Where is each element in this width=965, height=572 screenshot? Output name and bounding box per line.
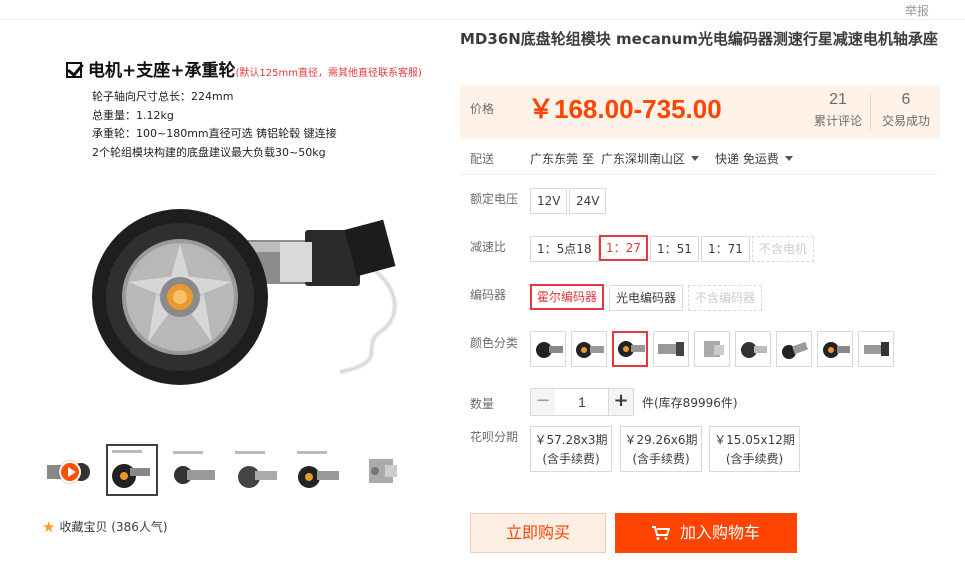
- option-ratio-51[interactable]: 1：51: [650, 236, 699, 262]
- wheel-motor-illustration: [92, 209, 398, 385]
- ship-from: 广东东莞: [530, 152, 579, 166]
- installment-label: 花呗分期: [470, 430, 519, 444]
- ship-to-word: 至: [582, 152, 595, 166]
- main-product-image[interactable]: 电机+支座+承重轮(默认125mm直径，需其他直径联系客服) 轮子轴向尺寸总长：…: [42, 32, 440, 430]
- spec-line: 2个轮组模块构建的底盘建议最大负载30~50kg: [92, 145, 326, 159]
- spec-lines: 轮子轴向尺寸总长：224mm 总重量：1.12kg 承重轮：100~180mm直…: [92, 88, 337, 162]
- spec-line: 轮子轴向尺寸总长：224mm: [92, 90, 234, 103]
- add-to-cart-button[interactable]: 加入购物车: [615, 513, 797, 553]
- price-value: ￥168.00-735.00: [528, 94, 722, 124]
- quantity-plus-button[interactable]: +: [608, 388, 634, 416]
- reviews-stat[interactable]: 21 累计评论: [806, 91, 870, 129]
- thumbnail-item[interactable]: [292, 444, 344, 496]
- color-swatch[interactable]: [653, 331, 689, 367]
- chevron-down-icon: [691, 156, 700, 161]
- quantity-input[interactable]: [555, 388, 609, 416]
- spec-line: 总重量：1.12kg: [92, 108, 174, 122]
- top-divider: [0, 19, 965, 20]
- voltage-label: 额定电压: [470, 192, 519, 206]
- thumbnail-strip: [42, 444, 440, 496]
- option-ratio-5-18[interactable]: 1：5点18: [530, 236, 599, 262]
- option-encoder-hall[interactable]: 霍尔编码器: [530, 284, 605, 310]
- star-icon: ★: [42, 518, 56, 536]
- installment-plan-6[interactable]: ￥29.26x6期 (含手续费): [620, 426, 702, 472]
- ship-method-dropdown[interactable]: 快递 免运费: [715, 150, 793, 167]
- product-title: MD36N底盘轮组模块 mecanum光电编码器测速行星减速电机轴承座: [460, 30, 938, 48]
- thumbnail-item[interactable]: [168, 444, 220, 496]
- report-link[interactable]: 举报: [905, 2, 929, 19]
- thumbnail-item[interactable]: [354, 444, 406, 496]
- color-swatch[interactable]: [530, 331, 566, 367]
- stock-text: 件(库存89996件): [642, 396, 738, 410]
- option-voltage-24v[interactable]: 24V: [569, 188, 607, 214]
- color-swatch[interactable]: [817, 331, 853, 367]
- favorite-count: (386人气): [111, 520, 168, 534]
- color-swatch[interactable]: [858, 331, 894, 367]
- favorite-button[interactable]: ★ 收藏宝贝 (386人气): [42, 518, 168, 536]
- color-label: 颜色分类: [470, 336, 519, 350]
- cart-icon: [651, 526, 670, 540]
- installment-plan-12[interactable]: ￥15.05x12期 (含手续费): [709, 426, 800, 472]
- color-swatch[interactable]: [612, 331, 648, 367]
- buy-now-button[interactable]: 立即购买: [470, 513, 606, 553]
- color-swatch[interactable]: [735, 331, 771, 367]
- promo-note: (默认125mm直径，需其他直径联系客服): [235, 68, 422, 79]
- thumbnail-item[interactable]: [106, 444, 158, 496]
- promo-heading: 电机+支座+承重轮(默认125mm直径，需其他直径联系客服): [66, 56, 422, 81]
- color-swatch[interactable]: [694, 331, 730, 367]
- option-ratio-71[interactable]: 1：71: [701, 236, 750, 262]
- ship-to-dropdown[interactable]: 广东深圳南山区: [601, 150, 700, 167]
- checkbox-icon: [66, 62, 82, 78]
- installment-plan-3[interactable]: ￥57.28x3期 (含手续费): [530, 426, 612, 472]
- stat-divider: [870, 93, 871, 131]
- option-ratio-no-motor[interactable]: 不含电机: [752, 236, 815, 262]
- chevron-down-icon: [784, 156, 793, 161]
- price-label: 价格: [470, 102, 495, 116]
- spec-line: 承重轮：100~180mm直径可选 铸铝轮毂 键连接: [92, 127, 337, 140]
- thumbnail-item[interactable]: [230, 444, 282, 496]
- thumbnail-video[interactable]: [42, 444, 94, 496]
- option-encoder-optical[interactable]: 光电编码器: [609, 285, 684, 311]
- encoder-label: 编码器: [470, 288, 507, 302]
- play-icon[interactable]: [59, 461, 81, 483]
- color-swatch[interactable]: [776, 331, 812, 367]
- shipping-label: 配送: [470, 152, 495, 166]
- price-box: 价格 ￥168.00-735.00 21 累计评论 6 交易成功: [460, 85, 940, 139]
- quantity-label: 数量: [470, 397, 495, 411]
- ratio-label: 减速比: [470, 240, 507, 254]
- divider: [460, 174, 940, 175]
- color-swatch[interactable]: [571, 331, 607, 367]
- option-voltage-12v[interactable]: 12V: [530, 188, 568, 214]
- sales-stat: 6 交易成功: [881, 91, 930, 128]
- option-ratio-27[interactable]: 1：27: [599, 235, 648, 261]
- quantity-minus-button[interactable]: −: [530, 388, 556, 416]
- option-encoder-none[interactable]: 不含编码器: [688, 285, 763, 311]
